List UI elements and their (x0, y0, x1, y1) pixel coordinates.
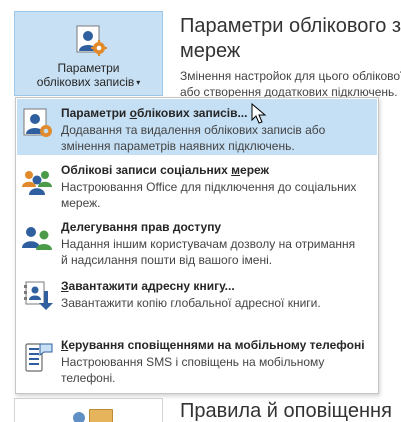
menu-item-delegate-access[interactable]: Делегування прав доступу Надання іншим к… (17, 213, 377, 269)
download-address-book-icon (24, 281, 53, 310)
rules-and-alerts-title: Правила й оповіщення (180, 400, 392, 422)
mobile-alerts-icon (25, 343, 53, 372)
menu-item-social-networks[interactable]: Облікові записи соціальних мереж Настрою… (17, 156, 377, 210)
menu-item-title: Облікові записи соціальних мереж (61, 163, 270, 177)
menu-item-download-address-book[interactable]: Завантажити адресну книгу... Завантажити… (17, 272, 377, 322)
menu-item-description: Додавання та видалення облікових записів… (61, 123, 326, 153)
rules-and-alerts-button[interactable] (14, 398, 163, 422)
account-settings-menu: Параметри облікових записів... Додавання… (15, 97, 379, 394)
rules-icon-envelope (89, 409, 113, 422)
menu-item-title: Параметри облікових записів... (61, 106, 248, 120)
menu-item-title: Делегування прав доступу (61, 220, 222, 234)
account-settings-label: Параметри облікових записів ▾ (15, 61, 162, 90)
account-settings-label-line2: облікових записів (36, 75, 135, 89)
menu-item-title: Керування сповіщеннями на мобільному тел… (61, 338, 365, 352)
account-settings-desc-line1: Змінення настройок для цього облікової (180, 69, 401, 83)
account-settings-label-line1: Параметри (57, 61, 120, 75)
chevron-down-icon: ▾ (136, 78, 141, 87)
menu-item-account-settings[interactable]: Параметри облікових записів... Додавання… (17, 99, 377, 155)
menu-item-description: Надання іншим користувачам дозволу на от… (61, 237, 356, 267)
menu-item-description: Завантажити копію глобальної адресної кн… (61, 296, 321, 310)
delegate-access-icon (22, 227, 52, 250)
outlook-backstage: Параметри облікових записів ▾ Параметри о… (0, 0, 401, 422)
menu-item-title: Завантажити адресну книгу... (61, 279, 235, 293)
account-settings-icon (76, 25, 107, 56)
menu-item-description: Настроювання Office для підключення до с… (61, 180, 357, 210)
account-settings-title-line1: Параметри облікового за (180, 15, 401, 37)
menu-item-mobile-alerts[interactable]: Керування сповіщеннями на мобільному тел… (17, 331, 377, 389)
social-networks-icon (22, 171, 52, 195)
account-settings-button[interactable]: Параметри облікових записів ▾ (14, 11, 163, 96)
account-settings-title-line2: мереж (180, 40, 241, 62)
menu-item-description: Настроювання SMS і сповіщень на мобільно… (61, 355, 325, 385)
rules-icon-person (73, 412, 85, 422)
account-settings-icon (23, 108, 52, 137)
mouse-cursor-icon (251, 103, 267, 124)
